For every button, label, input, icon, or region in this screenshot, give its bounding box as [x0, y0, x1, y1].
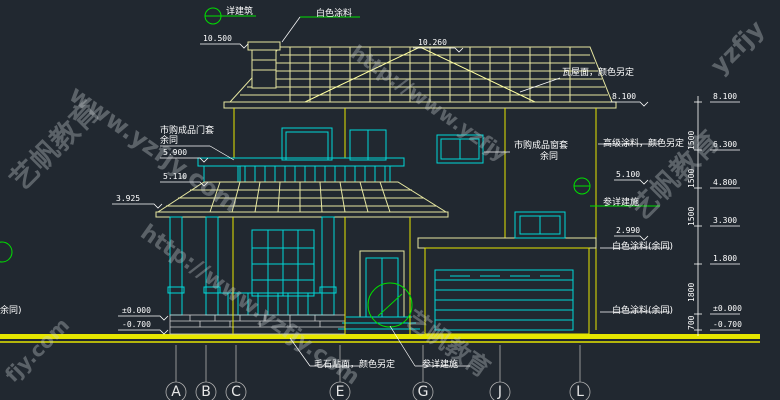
dim-1800: 1800 — [687, 282, 696, 302]
grid-axis-l: L — [576, 384, 584, 400]
elev-4800-right: 4.800 — [713, 178, 738, 187]
elev-10500: 10.500 — [203, 34, 232, 43]
elev-0-right: ±0.000 — [713, 304, 742, 313]
grid-axis-g: G — [417, 384, 429, 400]
label-window-frame-sub: 余同 — [540, 152, 559, 162]
elevation-drawing: 详建筑 白色涂料 瓦屋面，颜色另定 市购成品门套 余同 市购成品窗套 余同 高级… — [0, 0, 780, 400]
ground-line — [0, 334, 760, 339]
balcony — [197, 157, 405, 183]
elev-3300-right: 3.300 — [713, 216, 738, 225]
label-white-paint-1: 白色涂料(余同) — [612, 242, 674, 252]
elev-m070-left: -0.700 — [122, 320, 151, 329]
label-left-edge: 余同) — [0, 306, 22, 316]
label-door-frame: 市购成品门套 — [160, 126, 215, 136]
elev-10260: 10.260 — [418, 38, 447, 47]
label-roof-tile: 瓦屋面，颜色另定 — [562, 68, 635, 78]
elev-5100-mid: 5.100 — [616, 170, 641, 179]
grid-axis-j: J — [497, 384, 503, 400]
grid-axis-c: C — [231, 384, 241, 400]
elev-8100-right: 8.100 — [713, 92, 738, 101]
dim-1500-c: 1500 — [687, 206, 696, 226]
elev-2990-mid: 2.990 — [616, 226, 641, 235]
label-white-paint-top: 白色涂料 — [316, 9, 353, 19]
elev-8100-mid: 8.100 — [612, 92, 637, 101]
elev-1800-right: 1.800 — [713, 254, 738, 263]
elev-0-left: ±0.000 — [122, 306, 151, 315]
edge-callout — [0, 241, 13, 263]
elev-m070-right: -0.700 — [713, 320, 742, 329]
dim-700: 700 — [687, 315, 696, 330]
label-white-paint-2: 白色涂料(余同) — [612, 306, 674, 316]
label-detail-top: 详建筑 — [226, 7, 254, 17]
chimney — [247, 41, 281, 89]
grid-axis-b: B — [201, 384, 211, 400]
ground-floor-window — [251, 229, 315, 297]
elev-3925: 3.925 — [116, 194, 141, 203]
garage — [417, 211, 597, 335]
grid-axis-a: A — [171, 384, 181, 400]
label-window-frame: 市购成品窗套 — [514, 141, 569, 151]
